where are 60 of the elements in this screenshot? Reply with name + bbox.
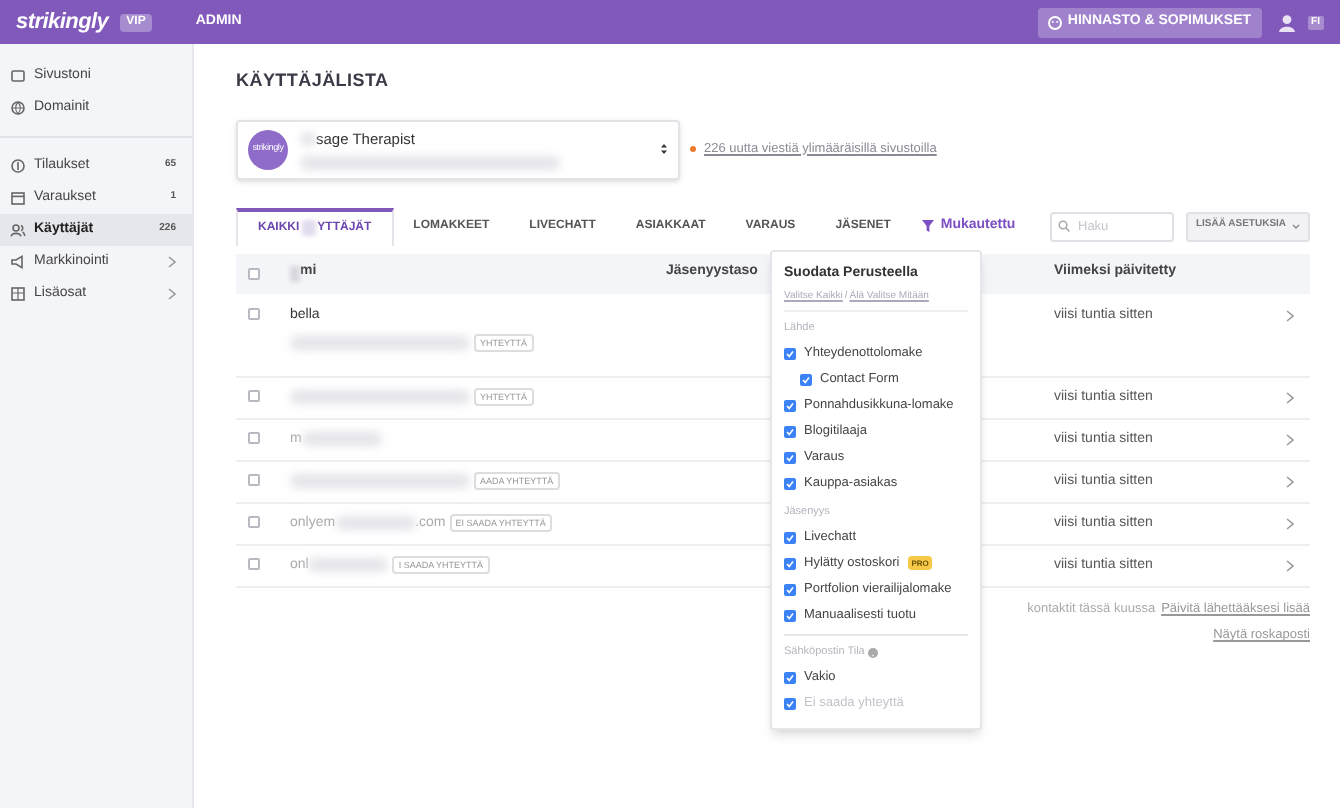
filter-icon: [922, 220, 935, 232]
checkbox[interactable]: [248, 307, 260, 319]
smiley-icon: [1047, 15, 1062, 29]
checkbox[interactable]: [784, 531, 796, 543]
page-title: KÄYTTÄJÄLISTA: [236, 68, 391, 94]
chevron-right-icon: [1286, 433, 1294, 446]
chevron-right-icon: [1286, 517, 1294, 530]
check-icon: [786, 453, 794, 461]
chevron-right-icon: [168, 256, 176, 268]
checkbox[interactable]: [784, 671, 796, 683]
checkbox[interactable]: [784, 609, 796, 621]
chevron-right-icon: [168, 288, 176, 300]
checkbox[interactable]: [784, 347, 796, 359]
check-icon: [786, 349, 794, 357]
user-icon: [1277, 13, 1296, 31]
checkbox[interactable]: [784, 425, 796, 437]
coin-icon: [10, 158, 26, 174]
status-dot-icon: [690, 146, 696, 152]
check-icon: [786, 611, 794, 619]
box-icon: [10, 286, 26, 302]
caret-icon: [1292, 223, 1301, 229]
checkbox[interactable]: [248, 515, 260, 527]
redaction-blur: [290, 265, 300, 281]
globe-icon: [10, 100, 26, 116]
redaction-blur: [308, 558, 389, 573]
calendar-icon: [10, 190, 26, 206]
user-button[interactable]: [1277, 13, 1296, 31]
checkbox[interactable]: [784, 477, 796, 489]
chevron-right-icon: [1286, 559, 1294, 572]
redaction-blur: [301, 220, 316, 236]
sort-arrows-icon: [660, 142, 668, 156]
checkbox[interactable]: [248, 473, 260, 485]
chevron-right-icon: [1286, 391, 1294, 404]
megaphone-icon: [10, 254, 26, 270]
check-icon: [786, 559, 794, 567]
window-icon: [10, 68, 26, 84]
check-icon: [786, 401, 794, 409]
checkbox[interactable]: [800, 373, 812, 385]
redaction-blur: [335, 516, 416, 531]
checkbox[interactable]: [784, 451, 796, 463]
logo[interactable]: strikingly: [16, 5, 109, 39]
chevron-right-icon: [1286, 309, 1294, 322]
checkbox[interactable]: [248, 267, 260, 279]
checkbox[interactable]: [248, 557, 260, 569]
users-icon: [10, 222, 26, 238]
checkbox[interactable]: [784, 583, 796, 595]
check-icon: [786, 427, 794, 435]
check-icon: [786, 673, 794, 681]
check-icon: [786, 533, 794, 541]
chevron-right-icon: [1286, 475, 1294, 488]
check-icon: [786, 585, 794, 593]
check-icon: [786, 479, 794, 487]
check-icon: [786, 699, 794, 707]
search-icon: [1058, 220, 1070, 232]
checkbox[interactable]: [248, 431, 260, 443]
checkbox[interactable]: [784, 557, 796, 569]
checkbox[interactable]: [784, 399, 796, 411]
check-icon: [802, 375, 810, 383]
redaction-blur: [301, 432, 382, 447]
checkbox[interactable]: [248, 389, 260, 401]
